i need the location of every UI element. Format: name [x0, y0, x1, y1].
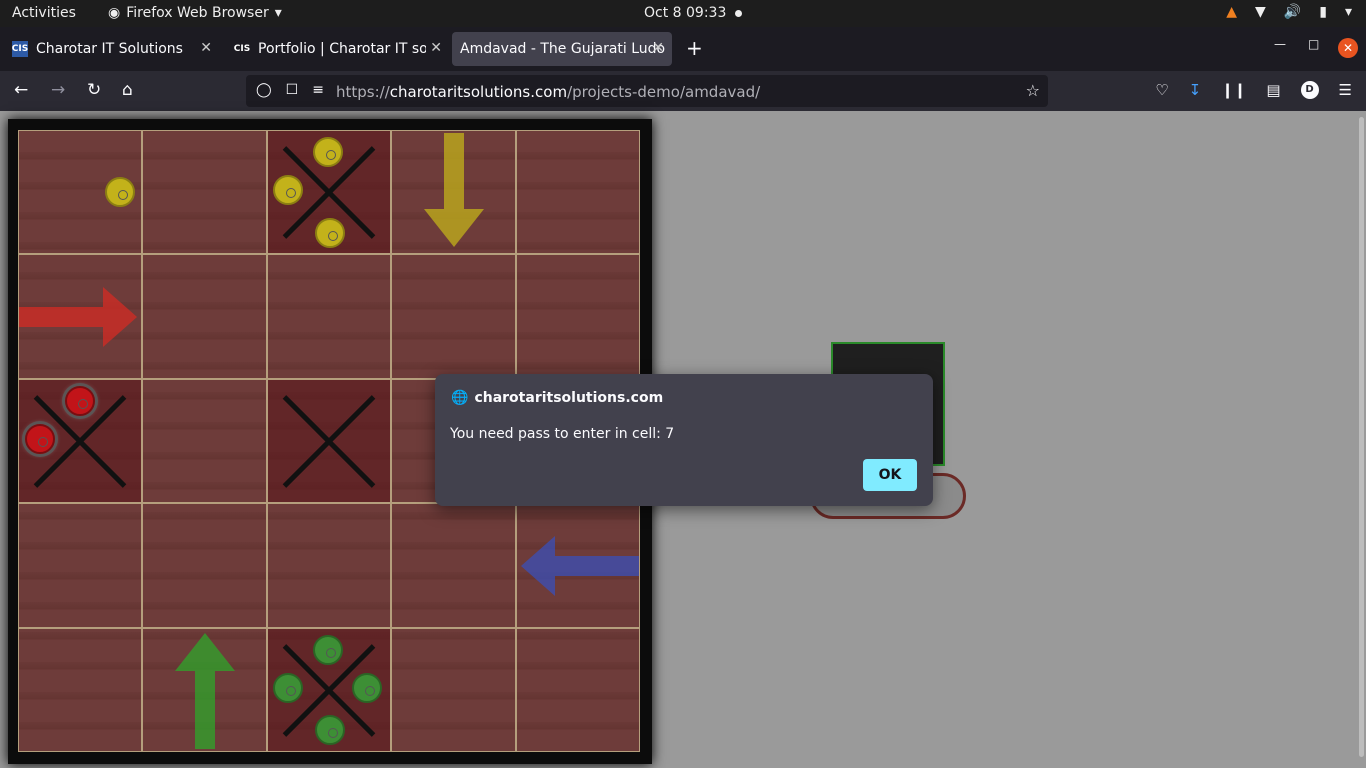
tab-label: Charotar IT Solutions: [36, 41, 183, 57]
board-cell[interactable]: [391, 130, 516, 255]
chevron-down-icon: ▾: [274, 5, 282, 21]
green-pawn[interactable]: [351, 672, 382, 703]
yellow-pawn[interactable]: [272, 175, 303, 205]
board-cell[interactable]: [266, 254, 392, 379]
menu-icon[interactable]: ☰: [1339, 81, 1352, 99]
safe-cell[interactable]: [266, 627, 392, 752]
dialog-origin: 🌐 charotaritsolutions.com: [451, 390, 663, 406]
yellow-pawn[interactable]: [312, 137, 343, 167]
chevron-down-icon: ▾: [1344, 4, 1352, 20]
notification-dot: [735, 10, 742, 17]
tab-bar: CIS Charotar IT Solutions ✕ CIS Portfoli…: [0, 27, 1366, 71]
permissions-icon[interactable]: ≡: [312, 82, 324, 98]
url-text[interactable]: https://charotaritsolutions.com/projects…: [336, 83, 760, 101]
arrow-up-icon: [175, 632, 236, 749]
close-icon[interactable]: ✕: [430, 40, 442, 56]
lock-icon[interactable]: ☐: [286, 82, 299, 98]
battery-icon: ▮: [1319, 4, 1327, 20]
board-cell[interactable]: [142, 503, 267, 628]
arrow-down-icon: [424, 133, 485, 247]
board-cell[interactable]: [142, 130, 267, 255]
tab-favicon: CIS: [234, 41, 250, 57]
board-cell[interactable]: [18, 254, 143, 379]
safe-cell[interactable]: [18, 378, 143, 504]
yellow-pawn[interactable]: [105, 177, 135, 207]
green-pawn[interactable]: [314, 714, 345, 745]
close-window-button[interactable]: ✕: [1338, 38, 1358, 58]
green-pawn[interactable]: [312, 634, 343, 665]
url-path: /projects-demo/amdavad/: [567, 83, 761, 101]
activities-button[interactable]: Activities: [12, 5, 76, 21]
clock[interactable]: Oct 8 09:33: [644, 5, 726, 21]
tab-portfolio[interactable]: CIS Portfolio | Charotar IT sol ✕: [226, 32, 450, 66]
close-icon[interactable]: ✕: [652, 40, 664, 56]
page-scrollbar[interactable]: [1359, 117, 1364, 757]
board-cell[interactable]: [142, 254, 267, 379]
safe-cell[interactable]: [266, 378, 392, 504]
wifi-icon: ▼: [1255, 4, 1266, 20]
system-tray[interactable]: ▲ ▼ 🔊 ▮ ▾: [1226, 4, 1352, 20]
app-name: Firefox Web Browser: [126, 5, 269, 21]
new-tab-button[interactable]: +: [686, 36, 703, 60]
tab-favicon: CIS: [12, 41, 28, 57]
url-domain: charotaritsolutions.com: [389, 83, 568, 101]
pocket-icon[interactable]: ♡: [1155, 81, 1168, 99]
board-cell[interactable]: [515, 130, 640, 255]
navigation-bar: ← → ↻ ⌂ ◯ ☐ ≡ https://charotaritsolution…: [0, 71, 1366, 111]
board-cell[interactable]: [18, 627, 143, 752]
tab-label: Portfolio | Charotar IT sol: [258, 41, 426, 57]
board-cell[interactable]: [391, 254, 516, 379]
board-cell[interactable]: [142, 378, 267, 504]
library-icon[interactable]: ❙❙: [1221, 81, 1246, 99]
url-prefix: https://: [336, 83, 390, 101]
sidebar-icon[interactable]: ▤: [1266, 81, 1280, 99]
account-avatar[interactable]: D: [1300, 81, 1319, 99]
home-button[interactable]: ⌂: [122, 80, 133, 100]
firefox-icon: ◉: [108, 5, 121, 21]
red-pawn[interactable]: [65, 385, 95, 416]
dialog-message: You need pass to enter in cell: 7: [450, 426, 675, 442]
board-cell[interactable]: [515, 254, 640, 379]
back-button[interactable]: ←: [14, 80, 28, 100]
vlc-icon[interactable]: ▲: [1226, 4, 1237, 20]
yellow-pawn[interactable]: [314, 218, 345, 248]
bookmark-star-icon[interactable]: ☆: [1026, 81, 1040, 100]
close-icon[interactable]: ✕: [200, 40, 212, 56]
board-cell[interactable]: [515, 627, 640, 752]
maximize-button[interactable]: □: [1308, 37, 1319, 51]
arrow-left-icon: [520, 536, 639, 597]
tab-charotar-it-solutions[interactable]: CIS Charotar IT Solutions ✕: [4, 32, 220, 66]
alert-dialog: 🌐 charotaritsolutions.com You need pass …: [435, 374, 933, 506]
board-cell[interactable]: [18, 130, 143, 255]
minimize-button[interactable]: —: [1274, 37, 1286, 51]
shield-icon[interactable]: ◯: [256, 82, 272, 98]
green-pawn[interactable]: [272, 672, 303, 703]
board-cell[interactable]: [391, 627, 516, 752]
forward-button[interactable]: →: [51, 80, 65, 100]
volume-icon: 🔊: [1283, 4, 1302, 20]
board-cell[interactable]: [142, 627, 267, 752]
dialog-origin-text: charotaritsolutions.com: [474, 390, 664, 406]
safe-cell[interactable]: [266, 130, 392, 255]
board-cell[interactable]: [515, 503, 640, 628]
reload-button[interactable]: ↻: [87, 80, 101, 100]
board-cell[interactable]: [266, 503, 392, 628]
red-pawn[interactable]: [25, 423, 55, 454]
system-top-bar: Activities ◉ Firefox Web Browser ▾ Oct 8…: [0, 0, 1366, 27]
tab-amdavad[interactable]: Amdavad - The Gujarati Ludo ✕: [452, 32, 672, 66]
url-bar[interactable]: ◯ ☐ ≡ https://charotaritsolutions.com/pr…: [246, 75, 1048, 107]
globe-icon: 🌐: [451, 390, 469, 406]
board-cell[interactable]: [18, 503, 143, 628]
tab-label: Amdavad - The Gujarati Ludo: [460, 41, 666, 57]
app-menu[interactable]: ◉ Firefox Web Browser ▾: [108, 5, 282, 21]
arrow-right-icon: [19, 287, 137, 348]
ok-button[interactable]: OK: [863, 459, 917, 491]
board-cell[interactable]: [391, 503, 516, 628]
downloads-icon[interactable]: ↧: [1189, 81, 1202, 99]
